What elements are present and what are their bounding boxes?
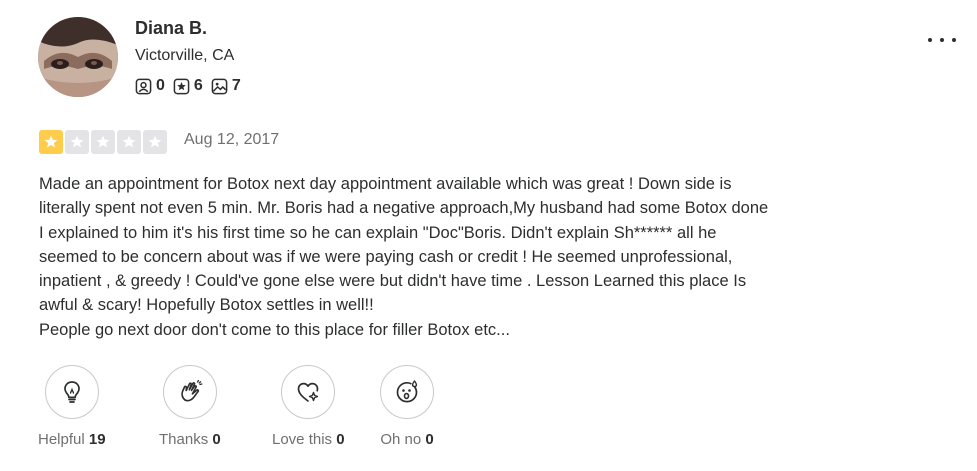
- love-this-text: Love this: [272, 431, 337, 448]
- user-name[interactable]: Diana B.: [135, 18, 207, 39]
- oh-no-text: Oh no: [380, 431, 426, 448]
- user-avatar[interactable]: [38, 17, 118, 97]
- user-location: Victorville, CA: [135, 47, 235, 64]
- lightbulb-icon: [63, 381, 80, 403]
- reviews-stat: 6: [173, 77, 203, 95]
- star-empty-icon: [65, 130, 89, 154]
- photos-count: 7: [231, 77, 241, 94]
- star-empty-icon: [117, 130, 141, 154]
- oh-no-reaction[interactable]: Oh no 0: [380, 365, 434, 448]
- love-this-button[interactable]: [281, 365, 336, 419]
- thanks-reaction[interactable]: Thanks 0: [159, 365, 221, 448]
- more-options-button[interactable]: [928, 30, 956, 50]
- surprised-face-icon: [396, 380, 418, 403]
- star-empty-icon: [91, 130, 115, 154]
- helpful-label: Helpful 19: [38, 431, 106, 448]
- avatar-photo: [38, 17, 118, 97]
- dot-icon: [952, 38, 956, 42]
- love-this-count: 0: [336, 431, 345, 448]
- helpful-reaction[interactable]: Helpful 19: [38, 365, 106, 448]
- friends-stat: 0: [135, 77, 165, 95]
- photos-stat: 7: [211, 77, 241, 95]
- star-rating: [39, 130, 167, 154]
- love-this-label: Love this 0: [272, 431, 345, 448]
- thanks-count: 0: [212, 431, 221, 448]
- photo-icon: [211, 78, 228, 94]
- star-filled-icon: [39, 130, 63, 154]
- dot-icon: [928, 38, 932, 42]
- thanks-label: Thanks 0: [159, 431, 221, 448]
- helpful-count: 19: [88, 431, 106, 448]
- helpful-button[interactable]: [44, 365, 99, 419]
- oh-no-count: 0: [425, 431, 434, 448]
- reviews-count: 6: [193, 77, 203, 94]
- dot-icon: [940, 38, 944, 42]
- oh-no-button[interactable]: [380, 365, 434, 419]
- review-star-icon: [173, 78, 190, 94]
- friends-count: 0: [156, 77, 165, 94]
- thanks-button[interactable]: [162, 365, 217, 419]
- clapping-hands-icon: [181, 379, 203, 402]
- helpful-text: Helpful: [38, 431, 89, 448]
- oh-no-label: Oh no 0: [380, 431, 433, 448]
- star-empty-icon: [143, 130, 167, 154]
- thanks-text: Thanks: [159, 431, 213, 448]
- heart-sparkle-icon: [297, 382, 319, 402]
- review-text: Made an appointment for Botox next day a…: [39, 175, 769, 339]
- friends-icon: [135, 78, 152, 94]
- review-date: Aug 12, 2017: [184, 131, 280, 148]
- user-stats: 0 6 7: [135, 77, 241, 95]
- love-this-reaction[interactable]: Love this 0: [272, 365, 345, 448]
